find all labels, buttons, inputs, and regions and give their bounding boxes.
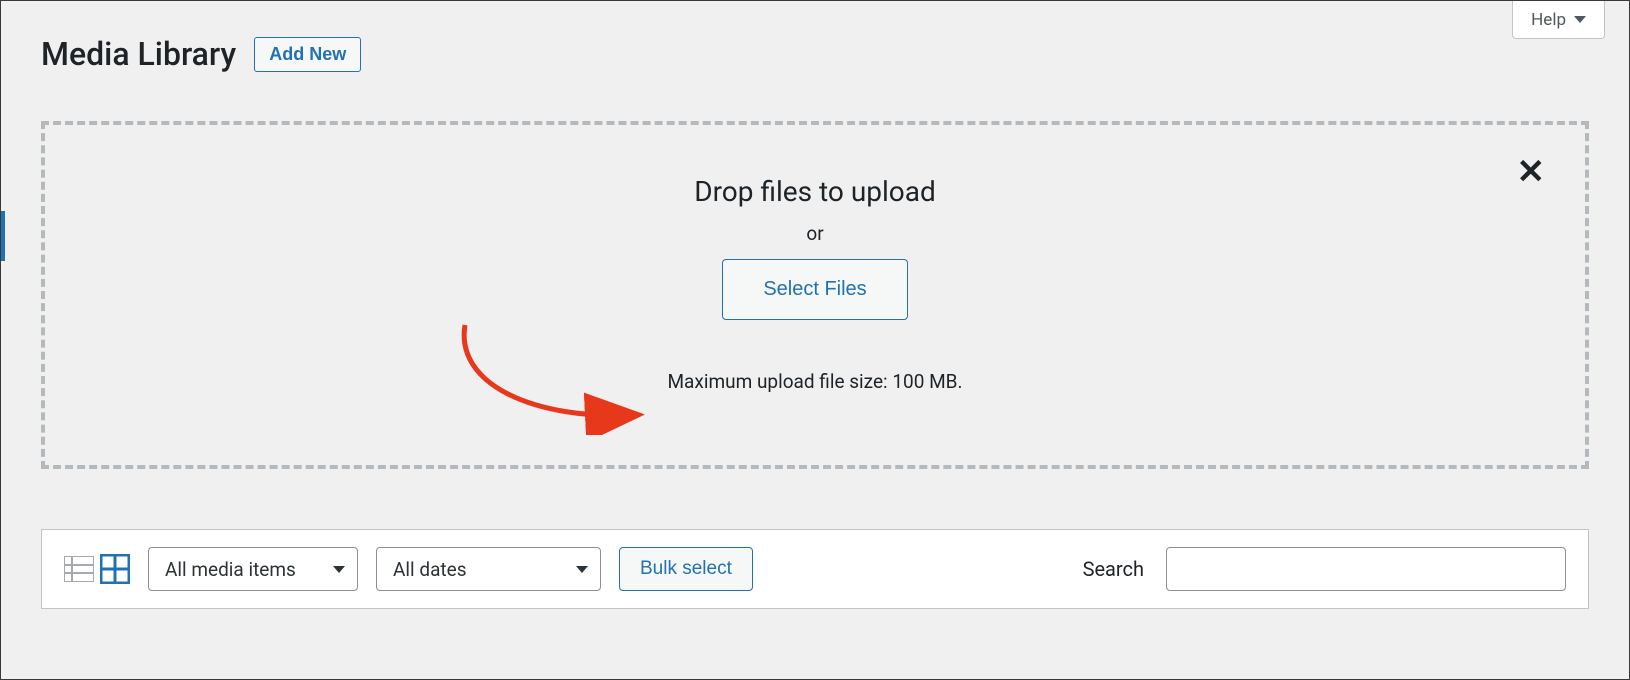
chevron-down-icon: [576, 566, 588, 573]
left-accent-bar: [1, 211, 5, 261]
page-header: Media Library Add New: [41, 35, 361, 73]
view-mode-toggle: [64, 554, 130, 584]
media-filter-bar: All media items All dates Bulk select Se…: [41, 529, 1589, 609]
help-tab[interactable]: Help: [1512, 1, 1605, 39]
max-upload-size-text: Maximum upload file size: 100 MB.: [667, 370, 962, 393]
bulk-select-button[interactable]: Bulk select: [619, 547, 753, 591]
search-input[interactable]: [1166, 547, 1566, 591]
media-type-select[interactable]: All media items: [148, 547, 358, 591]
media-library-page: Help Media Library Add New ✕ Drop files …: [0, 0, 1630, 680]
page-title: Media Library: [41, 35, 236, 73]
dropzone-or-text: or: [806, 222, 823, 245]
date-filter-select[interactable]: All dates: [376, 547, 601, 591]
media-type-selected-label: All media items: [165, 558, 296, 581]
grid-view-icon[interactable]: [100, 554, 130, 584]
dropzone-title: Drop files to upload: [694, 175, 936, 208]
chevron-down-icon: [1574, 16, 1586, 23]
list-view-icon[interactable]: [64, 556, 94, 582]
date-selected-label: All dates: [393, 558, 467, 581]
help-label: Help: [1531, 10, 1566, 30]
select-files-button[interactable]: Select Files: [722, 259, 907, 320]
upload-dropzone[interactable]: ✕ Drop files to upload or Select Files M…: [41, 121, 1589, 469]
add-new-button[interactable]: Add New: [254, 37, 361, 72]
dropzone-content: Drop files to upload or Select Files Max…: [45, 175, 1585, 393]
chevron-down-icon: [333, 566, 345, 573]
search-label: Search: [1083, 557, 1144, 581]
